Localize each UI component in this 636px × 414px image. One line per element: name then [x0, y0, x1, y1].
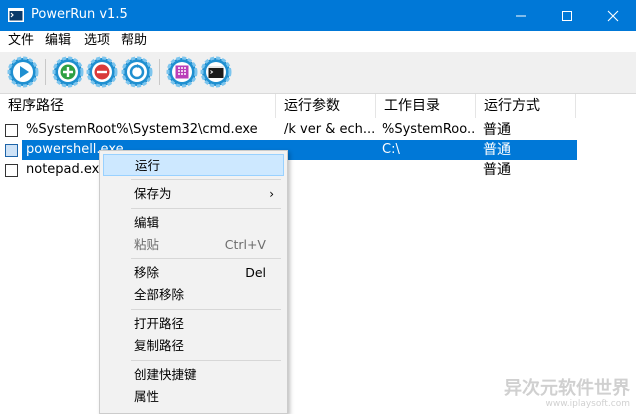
row-checkbox[interactable]	[5, 124, 18, 137]
menu-item-label: 全部移除	[134, 287, 185, 302]
refresh-button[interactable]	[120, 55, 154, 89]
refresh-icon	[121, 56, 153, 88]
column-header-args[interactable]: 运行参数	[276, 94, 376, 118]
menu-bar: 文件 编辑 选项 帮助	[0, 31, 636, 51]
add-button[interactable]	[51, 55, 85, 89]
submenu-arrow-icon: ›	[269, 187, 274, 201]
powerrun-window: PowerRun v1.5 文件 编辑 选项 帮助 程序路径 运行参数 工作目录…	[0, 0, 636, 414]
row-checkbox[interactable]	[5, 164, 18, 177]
cell-dir: %SystemRoo...	[382, 122, 474, 137]
menu-item-label: 保存为	[134, 186, 172, 201]
cell-dir	[382, 160, 474, 180]
window-title: PowerRun v1.5	[31, 7, 128, 22]
cell-args	[284, 140, 376, 160]
table-row[interactable]: %SystemRoot%\System32\cmd.exe /k ver & e…	[0, 120, 636, 140]
watermark-url: www.iplaysoft.com	[545, 399, 631, 409]
context-menu-remove-all[interactable]: 全部移除	[103, 284, 284, 306]
close-button[interactable]	[590, 0, 636, 31]
context-menu-remove[interactable]: 移除 Del	[103, 262, 284, 284]
context-menu-paste[interactable]: 粘贴 Ctrl+V	[103, 234, 284, 256]
run-button[interactable]	[6, 55, 40, 89]
menu-item-label: 编辑	[134, 215, 160, 230]
menu-item-label: 移除	[134, 265, 160, 280]
minimize-icon	[516, 15, 526, 17]
context-menu-properties[interactable]: 属性	[103, 386, 284, 408]
row-checkbox[interactable]	[5, 144, 18, 157]
minimize-button[interactable]	[498, 0, 544, 31]
menu-item-shortcut: Del	[245, 265, 266, 280]
table-row[interactable]: notepad.exe 普通	[0, 160, 636, 180]
menu-separator	[131, 258, 281, 259]
context-menu-copy-path[interactable]: 复制路径	[103, 335, 284, 357]
table-row[interactable]: powershell.exe C:\ 普通	[0, 140, 636, 160]
cell-args: /k ver & ech...	[284, 122, 376, 137]
cmd-button[interactable]	[199, 55, 233, 89]
menu-help[interactable]: 帮助	[121, 32, 147, 50]
menu-separator	[131, 360, 281, 361]
menu-item-label: 属性	[134, 389, 160, 404]
context-menu-edit[interactable]: 编辑	[103, 212, 284, 234]
grid-icon	[166, 56, 198, 88]
menu-item-label: 创建快捷键	[134, 367, 197, 382]
title-bar[interactable]: PowerRun v1.5	[0, 0, 636, 31]
menu-item-label: 打开路径	[134, 316, 185, 331]
toolbar-separator	[159, 59, 160, 85]
menu-separator	[131, 309, 281, 310]
cell-mode: 普通	[483, 162, 511, 178]
app-icon	[8, 8, 24, 22]
context-menu: 运行 保存为 › 编辑 粘贴 Ctrl+V 移除 Del 全部移除 打开路径 复…	[99, 150, 288, 414]
menu-item-shortcut: Ctrl+V	[224, 237, 266, 252]
watermark: 异次元软件世界 www.iplaysoft.com	[504, 378, 631, 410]
menu-item-label: 复制路径	[134, 338, 185, 353]
context-menu-save-as[interactable]: 保存为 ›	[103, 183, 284, 205]
list-header: 程序路径 运行参数 工作目录 运行方式	[0, 94, 636, 118]
remove-icon	[86, 56, 118, 88]
menu-file[interactable]: 文件	[8, 32, 34, 50]
context-menu-run[interactable]: 运行	[103, 154, 284, 176]
column-header-path[interactable]: 程序路径	[0, 94, 276, 118]
cell-mode: 普通	[483, 122, 511, 138]
cell-path: %SystemRoot%\System32\cmd.exe	[26, 122, 258, 137]
menu-edit[interactable]: 编辑	[45, 32, 71, 50]
program-list[interactable]: 程序路径 运行参数 工作目录 运行方式 %SystemRoot%\System3…	[0, 94, 636, 413]
toolbar-separator	[45, 59, 46, 85]
menu-options[interactable]: 选项	[84, 32, 110, 50]
context-menu-open-path[interactable]: 打开路径	[103, 313, 284, 335]
run-icon	[7, 56, 39, 88]
close-icon	[607, 10, 619, 22]
menu-item-label: 运行	[135, 158, 161, 173]
add-icon	[52, 56, 84, 88]
menu-separator	[131, 208, 281, 209]
menu-item-label: 粘贴	[134, 237, 160, 252]
cell-mode: 普通	[483, 142, 511, 158]
column-header-dir[interactable]: 工作目录	[376, 94, 476, 118]
watermark-text: 异次元软件世界	[504, 378, 630, 399]
grid-button[interactable]	[165, 55, 199, 89]
cmd-icon	[200, 56, 232, 88]
cell-args	[284, 160, 376, 180]
remove-button[interactable]	[85, 55, 119, 89]
menu-separator	[131, 179, 281, 180]
toolbar	[0, 52, 636, 94]
maximize-button[interactable]	[544, 0, 590, 31]
column-header-mode[interactable]: 运行方式	[476, 94, 576, 118]
maximize-icon	[562, 11, 572, 21]
cell-dir: C:\	[382, 142, 400, 157]
context-menu-create-shortcut[interactable]: 创建快捷键	[103, 364, 284, 386]
